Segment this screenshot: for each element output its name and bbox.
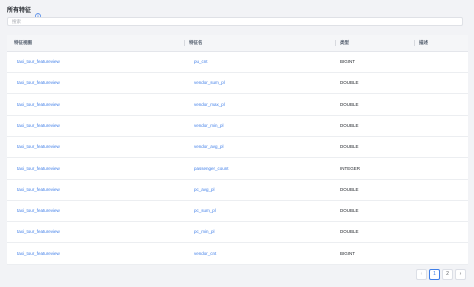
info-circle-icon[interactable] bbox=[35, 6, 41, 19]
feature-name-link[interactable]: pc_avg_pl bbox=[194, 180, 215, 200]
feature-name-link[interactable]: vendor_sum_pl bbox=[194, 73, 225, 93]
column-divider bbox=[184, 40, 185, 46]
table-row: taxi_tour_featureview vendor_sum_pl DOUBLE bbox=[7, 73, 468, 95]
feature-name-link[interactable]: pc_sum_pl bbox=[194, 201, 216, 221]
table-row: taxi_tour_featureview pc_avg_pl DOUBLE bbox=[7, 180, 468, 201]
feature-name-link[interactable]: vendor_max_pl bbox=[194, 95, 225, 115]
column-header-label: 描述 bbox=[419, 40, 428, 45]
column-divider bbox=[414, 40, 415, 46]
table-header: 特征视图 特征名 类型 描述 bbox=[7, 35, 468, 52]
feature-type-cell: DOUBLE bbox=[340, 122, 359, 128]
features-table: 特征视图 特征名 类型 描述 taxi_tour_featureview pu_c… bbox=[7, 35, 468, 265]
table-row: taxi_tour_featureview vendor_avg_pl DOUBLE bbox=[7, 137, 468, 159]
column-header-feature-view: 特征视图 bbox=[14, 35, 32, 51]
page-1-button[interactable]: 1 bbox=[429, 269, 440, 280]
table-row: taxi_tour_featureview passenger_count INTE… bbox=[7, 159, 468, 180]
feature-view-link[interactable]: taxi_tour_featureview bbox=[17, 73, 60, 93]
feature-type-cell: DOUBLE bbox=[340, 144, 359, 150]
page-2-button[interactable]: 2 bbox=[442, 269, 453, 280]
column-header-description: 描述 bbox=[414, 35, 428, 51]
table-row: taxi_tour_featureview vendor_min_pl DOUBLE bbox=[7, 116, 468, 137]
column-header-label: 特征名 bbox=[189, 40, 203, 45]
feature-type-cell: DOUBLE bbox=[340, 80, 359, 86]
column-header-type: 类型 bbox=[335, 35, 349, 51]
feature-view-link[interactable]: taxi_tour_featureview bbox=[17, 52, 60, 72]
feature-type-cell: BIGINT bbox=[340, 59, 356, 64]
feature-type-cell: DOUBLE bbox=[340, 186, 359, 192]
prev-page-button[interactable]: ‹ bbox=[416, 269, 427, 280]
search-input[interactable] bbox=[7, 17, 463, 26]
feature-type-cell: BIGINT bbox=[340, 250, 356, 256]
page-title: 所有特征 bbox=[7, 7, 32, 14]
feature-name-link[interactable]: vendor_avg_pl bbox=[194, 137, 224, 157]
feature-type-cell: INTEGER bbox=[340, 165, 361, 171]
feature-view-link[interactable]: taxi_tour_featureview bbox=[17, 222, 60, 242]
feature-name-link[interactable]: pc_min_pl bbox=[194, 222, 215, 242]
next-page-button[interactable]: › bbox=[455, 269, 466, 280]
column-header-label: 特征视图 bbox=[14, 40, 32, 45]
table-row: taxi_tour_featureview pu_cnt BIGINT bbox=[7, 52, 468, 73]
feature-name-link[interactable]: pu_cnt bbox=[194, 52, 208, 72]
table-row: taxi_tour_featureview pc_sum_pl DOUBLE bbox=[7, 201, 468, 223]
table-row: taxi_tour_featureview vendor_cnt BIGINT bbox=[7, 244, 468, 265]
column-header-label: 类型 bbox=[340, 40, 349, 45]
feature-type-cell: DOUBLE bbox=[340, 208, 359, 214]
column-header-feature-name: 特征名 bbox=[184, 35, 203, 51]
feature-view-link[interactable]: taxi_tour_featureview bbox=[17, 95, 60, 115]
feature-view-link[interactable]: taxi_tour_featureview bbox=[17, 116, 60, 136]
feature-type-cell: DOUBLE bbox=[340, 229, 359, 235]
feature-view-link[interactable]: taxi_tour_featureview bbox=[17, 201, 60, 221]
feature-view-link[interactable]: taxi_tour_featureview bbox=[17, 159, 60, 179]
feature-name-link[interactable]: passenger_count bbox=[194, 159, 229, 179]
column-divider bbox=[335, 40, 336, 46]
table-row: taxi_tour_featureview vendor_max_pl DOUBLE bbox=[7, 95, 468, 116]
feature-name-link[interactable]: vendor_min_pl bbox=[194, 116, 224, 136]
feature-type-cell: DOUBLE bbox=[340, 101, 359, 107]
table-row: taxi_tour_featureview pc_min_pl DOUBLE bbox=[7, 222, 468, 244]
page-header: 所有特征 bbox=[7, 4, 41, 19]
feature-view-link[interactable]: taxi_tour_featureview bbox=[17, 180, 60, 200]
feature-name-link[interactable]: vendor_cnt bbox=[194, 244, 216, 264]
feature-view-link[interactable]: taxi_tour_featureview bbox=[17, 137, 60, 157]
feature-view-link[interactable]: taxi_tour_featureview bbox=[17, 244, 60, 264]
